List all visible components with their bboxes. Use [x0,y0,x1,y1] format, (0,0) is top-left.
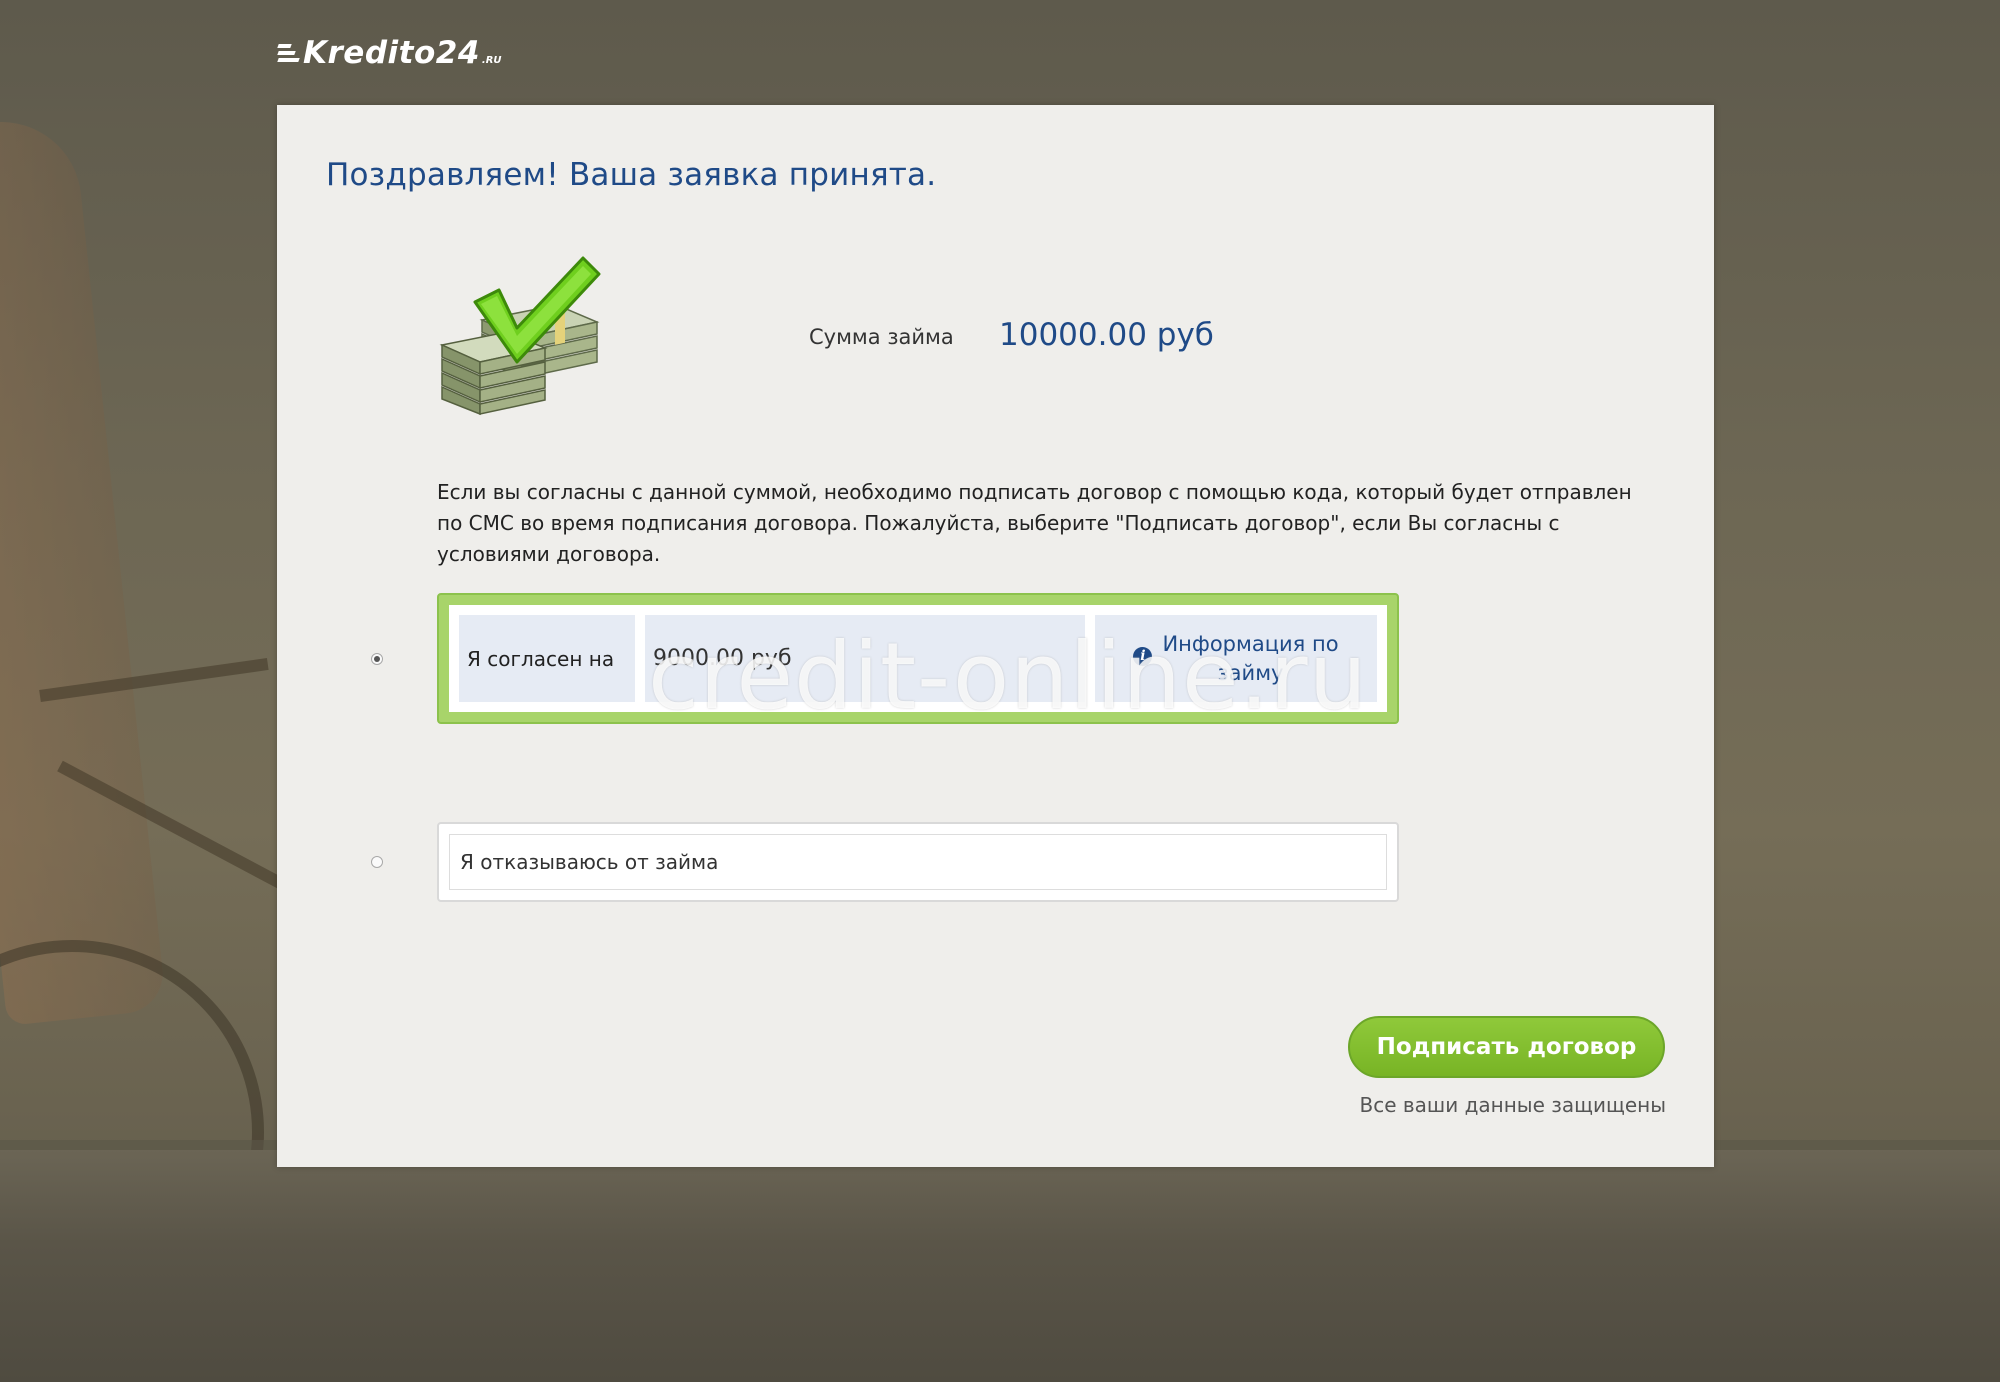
loan-info-text: Информация по займу [1162,630,1338,688]
decline-option[interactable]: Я отказываюсь от займа [437,822,1399,902]
background-cyclist [0,114,167,1026]
decline-label: Я отказываюсь от займа [449,834,1387,890]
loan-amount-label: Сумма займа [809,325,954,349]
data-protected-note: Все ваши данные защищены [1359,1093,1666,1117]
accept-label: Я согласен на [459,615,635,702]
loan-info-line2: займу [1217,660,1284,685]
logo-speed-lines-icon [277,44,300,62]
decline-radio[interactable] [371,856,383,868]
background-sea [0,1150,2000,1382]
application-card: Поздравляем! Ваша заявка принята. Сумма … [277,105,1714,1167]
logo-text: Kredito24 [303,35,480,71]
info-icon: i [1133,647,1153,666]
accept-amount: 9000.00 руб [645,615,1085,702]
page-title: Поздравляем! Ваша заявка принята. [326,157,937,193]
loan-info-link[interactable]: i Информация по займу [1095,615,1377,702]
instructions-text: Если вы согласны с данной суммой, необхо… [437,480,1632,566]
logo-suffix: .RU [481,55,502,66]
kredito24-logo[interactable]: Kredito24 .RU [277,35,502,71]
accept-option[interactable]: Я согласен на 9000.00 руб i Информация п… [437,593,1399,724]
accept-radio[interactable] [371,653,383,665]
loan-amount-value: 10000.00 руб [999,317,1214,353]
sign-contract-button[interactable]: Подписать договор [1348,1016,1665,1078]
accept-option-inner: Я согласен на 9000.00 руб i Информация п… [449,605,1387,712]
loan-info-line1: Информация по [1162,631,1339,656]
money-check-icon [439,256,601,416]
